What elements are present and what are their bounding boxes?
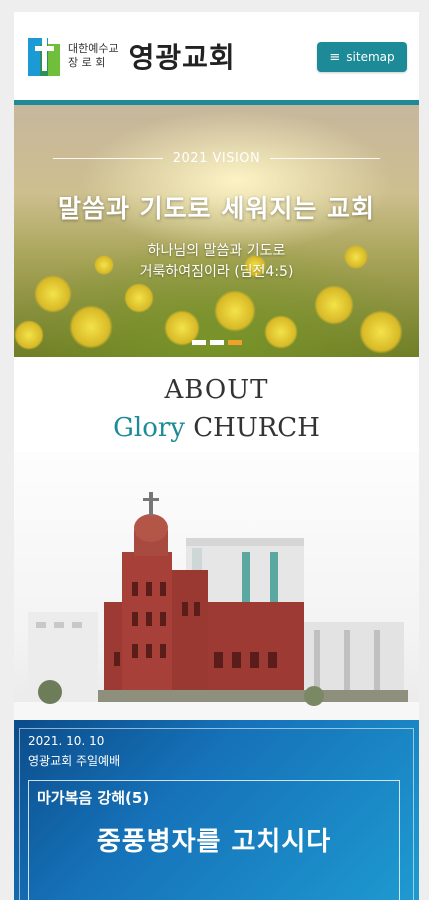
logo-denomination: 대한예수교 장 로 회 (68, 42, 119, 70)
sermon-title: 중풍병자를 고치시다 (96, 827, 332, 857)
vision-heading: 2021 VISION (14, 151, 419, 166)
sermon-box: 마가복음 강해(5) 중풍병자를 고치시다 (28, 780, 400, 900)
slide-dot-1[interactable] (191, 340, 206, 345)
about-heading: ABOUT (164, 375, 269, 405)
hero-subtitle: 하나님의 말씀과 기도로 거룩하여짐이라 (딤전4:5) (14, 241, 419, 283)
site-header: 대한예수교 장 로 회 영광교회 ≡ sitemap (14, 12, 419, 105)
vision-label: 2021 VISION (172, 151, 261, 166)
church-building-image[interactable] (14, 452, 419, 720)
about-church: CHURCH (193, 413, 320, 443)
hero-subtitle-line1: 하나님의 말씀과 기도로 (147, 243, 286, 259)
church-illustration (14, 492, 419, 720)
slider-pagination (14, 340, 419, 345)
cross-logo-icon (26, 34, 62, 78)
logo-sub-line2: 장 로 회 (68, 56, 106, 69)
sermon-service: 영광교회 주일예배 (28, 754, 121, 768)
about-subheading: Glory CHURCH (14, 413, 419, 443)
sitemap-button[interactable]: ≡ sitemap (317, 42, 407, 72)
church-logo[interactable]: 대한예수교 장 로 회 영광교회 (26, 34, 236, 78)
divider (270, 158, 381, 159)
hero-slider[interactable]: 2021 VISION 말씀과 기도로 세워지는 교회 하나님의 말씀과 기도로… (14, 105, 419, 357)
logo-sub-line1: 대한예수교 (68, 42, 119, 55)
slide-dot-2[interactable] (209, 340, 224, 345)
sermon-series: 마가복음 강해(5) (37, 789, 150, 807)
divider (52, 158, 163, 159)
sermon-date: 2021. 10. 10 (28, 734, 105, 748)
about-glory: Glory (113, 413, 185, 443)
slide-dot-3[interactable] (227, 340, 242, 345)
sermon-banner[interactable]: 2021. 10. 10 영광교회 주일예배 마가복음 강해(5) 중풍병자를 … (14, 720, 419, 900)
sitemap-label: sitemap (346, 50, 395, 64)
hamburger-icon: ≡ (329, 49, 341, 65)
logo-church-name: 영광교회 (128, 41, 236, 74)
page: 대한예수교 장 로 회 영광교회 ≡ sitemap 2021 VISION 말… (14, 12, 419, 900)
about-section: ABOUT Glory CHURCH (14, 357, 419, 452)
hero-subtitle-line2: 거룩하여짐이라 (딤전4:5) (139, 264, 294, 280)
hero-title: 말씀과 기도로 세워지는 교회 (57, 194, 376, 223)
